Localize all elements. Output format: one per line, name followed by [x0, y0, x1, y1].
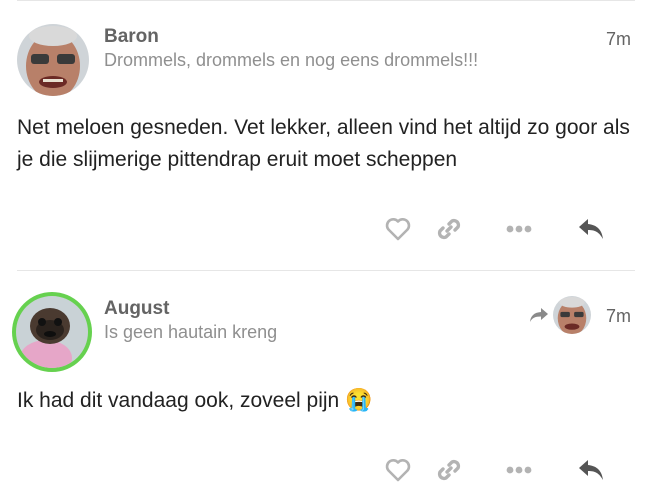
- reply-to-avatar: [553, 296, 591, 334]
- post-body: Net meloen gesneden. Vet lekker, alleen …: [17, 116, 630, 171]
- username[interactable]: Baron: [104, 26, 159, 48]
- more-icon: [506, 225, 532, 233]
- avatar[interactable]: [17, 24, 89, 96]
- user-title: Drommels, drommels en nog eens drommels!…: [104, 50, 479, 70]
- like-button[interactable]: [383, 455, 413, 485]
- post-body: Ik had dit vandaag ook, zoveel pijn 😭: [17, 384, 637, 417]
- crying-emoji: 😭: [345, 387, 373, 412]
- link-icon: [437, 459, 461, 481]
- copy-link-button[interactable]: [434, 455, 464, 485]
- copy-link-button[interactable]: [434, 214, 464, 244]
- more-button[interactable]: [504, 214, 534, 244]
- divider: [17, 270, 635, 271]
- post-time[interactable]: 7m: [606, 29, 631, 50]
- more-icon: [506, 466, 532, 474]
- more-button[interactable]: [504, 455, 534, 485]
- post-time[interactable]: 7m: [606, 306, 631, 327]
- reply-button[interactable]: [574, 455, 608, 485]
- avatar[interactable]: [12, 292, 92, 372]
- reply-to-indicator[interactable]: [525, 296, 595, 334]
- reply-icon: [579, 219, 603, 239]
- user-title: Is geen hautain kreng: [104, 322, 278, 342]
- like-button[interactable]: [383, 214, 413, 244]
- post-body-text: Ik had dit vandaag ook, zoveel pijn: [17, 389, 340, 412]
- username[interactable]: August: [104, 298, 169, 320]
- link-icon: [437, 218, 461, 240]
- reply-icon: [579, 460, 603, 480]
- divider: [17, 0, 635, 1]
- reply-button[interactable]: [574, 214, 608, 244]
- heart-icon: [385, 459, 411, 482]
- reply-to-arrow-icon: [530, 308, 548, 322]
- heart-icon: [385, 218, 411, 241]
